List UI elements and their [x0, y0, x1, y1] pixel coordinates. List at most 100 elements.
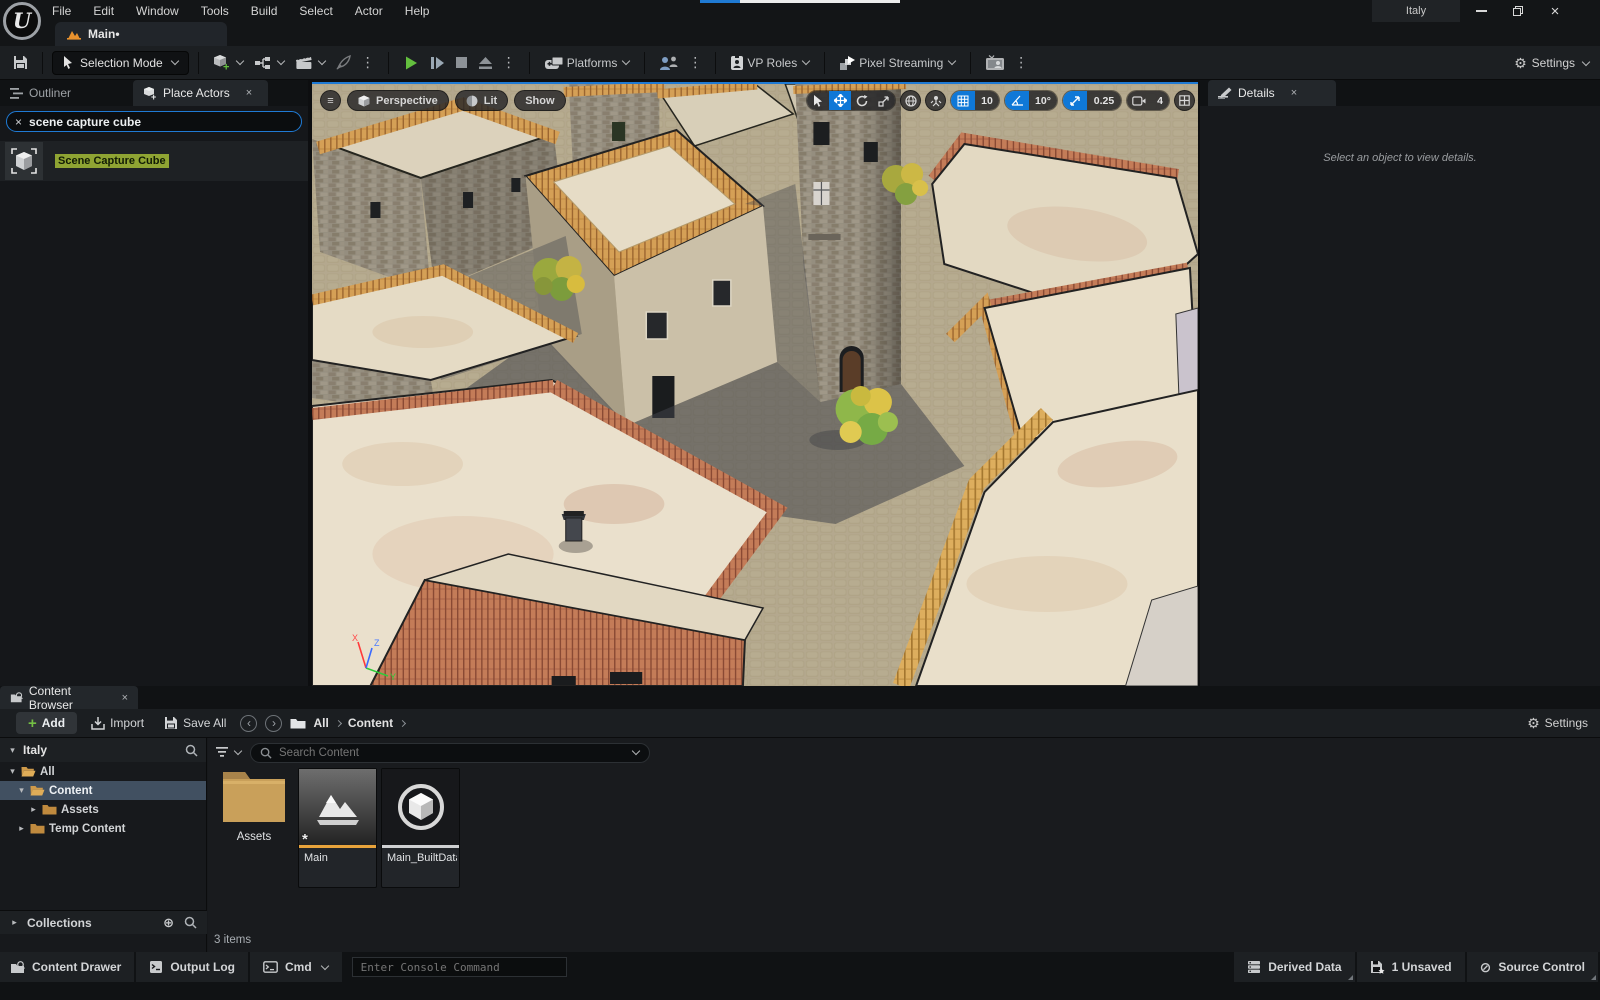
content-browser-settings[interactable]: ⚙ Settings — [1527, 715, 1588, 732]
vp-roles-dropdown[interactable]: VP Roles — [725, 50, 815, 76]
back-button[interactable]: ‹ — [240, 715, 257, 732]
scale-snap-value[interactable]: 0.25 — [1087, 91, 1121, 110]
filter-dropdown[interactable] — [216, 747, 242, 758]
derived-data-button[interactable]: Derived Data — [1234, 952, 1354, 982]
editor-settings-dropdown[interactable]: ⚙ Settings — [1514, 46, 1590, 80]
menu-edit[interactable]: Edit — [93, 4, 114, 18]
menu-help[interactable]: Help — [405, 4, 430, 18]
forward-button[interactable]: › — [265, 715, 282, 732]
world-local-toggle[interactable] — [900, 90, 921, 111]
content-search-input[interactable] — [279, 747, 626, 759]
asset-item-main[interactable]: * Main — [298, 768, 377, 888]
tree-item-all[interactable]: ▾ All — [0, 762, 206, 781]
level-icon — [67, 28, 81, 40]
play-options-menu[interactable]: ⋮ — [498, 54, 520, 71]
place-actors-search-input[interactable] — [29, 115, 293, 129]
menu-build[interactable]: Build — [251, 4, 278, 18]
content-search[interactable] — [250, 743, 650, 763]
menu-bar: File Edit Window Tools Build Select Acto… — [52, 0, 429, 22]
asset-item-assets-folder[interactable]: Assets — [214, 768, 294, 888]
place-actors-search[interactable]: × — [6, 111, 302, 132]
import-button[interactable]: Import — [85, 716, 150, 730]
scale-tool-button[interactable] — [873, 91, 895, 110]
grid-snap-toggle[interactable] — [951, 91, 975, 110]
close-place-actors-tab[interactable]: × — [246, 87, 252, 99]
content-drawer-button[interactable]: Content Drawer — [0, 952, 134, 982]
rotation-snap-toggle[interactable] — [1005, 91, 1029, 110]
close-content-browser-tab[interactable]: × — [122, 692, 128, 704]
add-button[interactable]: + Add — [16, 712, 77, 734]
close-button[interactable]: × — [1540, 0, 1570, 22]
sources-header[interactable]: ▾ Italy — [0, 738, 206, 762]
search-icon[interactable] — [184, 916, 197, 929]
eject-button[interactable] — [473, 50, 498, 76]
level-viewport[interactable]: ≡ Perspective Lit Show — [312, 82, 1198, 686]
viewport-lit-dropdown[interactable]: Lit — [455, 90, 508, 111]
close-details-tab[interactable]: × — [1291, 87, 1297, 99]
maximize-viewport-button[interactable] — [1174, 90, 1195, 111]
tab-content-browser[interactable]: Content Browser × — [0, 686, 138, 709]
source-control-button[interactable]: ⊘ Source Control — [1467, 952, 1598, 982]
tree-item-temp-content[interactable]: ▸ Temp Content — [0, 819, 206, 838]
blueprints-button[interactable] — [249, 50, 290, 76]
quick-add-actor-button[interactable]: + — [208, 50, 249, 76]
menu-select[interactable]: Select — [299, 4, 332, 18]
tree-item-content[interactable]: ▾ Content — [0, 781, 206, 800]
console-command-field[interactable] — [352, 957, 567, 977]
breadcrumb-all[interactable]: All — [313, 716, 328, 730]
output-log-button[interactable]: Output Log — [136, 952, 248, 982]
breadcrumb-content[interactable]: Content — [348, 716, 393, 730]
collections-section[interactable]: ▸ Collections ⊕ — [0, 910, 207, 934]
play-button[interactable] — [398, 50, 424, 76]
viewport-perspective-dropdown[interactable]: Perspective — [347, 90, 449, 111]
tab-main-level[interactable]: Main• — [55, 22, 227, 46]
grid-snap-value[interactable]: 10 — [975, 91, 999, 110]
surface-snapping-button[interactable] — [925, 90, 946, 111]
tab-details[interactable]: Details × — [1208, 80, 1336, 106]
multi-user-icon — [659, 55, 679, 71]
cmd-dropdown[interactable]: Cmd — [250, 952, 342, 982]
rotation-snap-value[interactable]: 10° — [1029, 91, 1057, 110]
tree-item-assets[interactable]: ▸ Assets — [0, 800, 206, 819]
skip-frame-button[interactable] — [424, 50, 450, 76]
menu-window[interactable]: Window — [136, 4, 179, 18]
media-options-menu[interactable]: ⋮ — [1010, 54, 1032, 71]
menu-tools[interactable]: Tools — [201, 4, 229, 18]
stop-button[interactable] — [450, 50, 473, 76]
viewport-show-dropdown[interactable]: Show — [514, 90, 565, 111]
asset-item-main-builtdata[interactable]: Main_BuiltData — [381, 768, 460, 888]
save-button[interactable] — [8, 50, 33, 76]
camera-speed-value[interactable]: 4 — [1151, 91, 1169, 110]
minimize-button[interactable] — [1466, 0, 1496, 22]
selection-mode-dropdown[interactable]: Selection Mode — [52, 51, 189, 75]
menu-actor[interactable]: Actor — [355, 4, 383, 18]
add-collection-icon[interactable]: ⊕ — [163, 915, 174, 931]
save-all-button[interactable]: Save All — [158, 716, 232, 730]
platforms-dropdown[interactable]: Platforms — [539, 50, 636, 76]
launch-button[interactable] — [331, 50, 357, 76]
clapperboard-icon — [295, 55, 313, 70]
scale-snap-toggle[interactable] — [1063, 91, 1087, 110]
main-area: Outliner + Place Actors × × Scene Captur… — [0, 80, 1600, 686]
unsaved-changes-button[interactable]: 1 Unsaved — [1357, 952, 1465, 982]
cinematics-button[interactable] — [290, 50, 331, 76]
console-command-input[interactable] — [361, 961, 558, 974]
search-result-scene-capture-cube[interactable]: Scene Capture Cube — [0, 141, 308, 181]
clear-search-icon[interactable]: × — [15, 115, 22, 129]
rotate-tool-button[interactable] — [851, 91, 873, 110]
tab-outliner[interactable]: Outliner — [0, 80, 133, 106]
tab-place-actors[interactable]: + Place Actors × — [133, 80, 268, 106]
pixel-streaming-dropdown[interactable]: Pixel Streaming — [834, 50, 961, 76]
toolbar-overflow-menu[interactable]: ⋮ — [357, 54, 379, 71]
camera-speed-button[interactable] — [1127, 91, 1151, 110]
viewport-scene[interactable] — [312, 84, 1198, 686]
restore-button[interactable] — [1503, 0, 1533, 22]
select-tool-button[interactable] — [807, 91, 829, 110]
multi-user-menu[interactable]: ⋮ — [684, 54, 706, 71]
multi-user-button[interactable] — [654, 50, 684, 76]
viewport-options-menu[interactable]: ≡ — [320, 90, 341, 111]
search-icon[interactable] — [185, 744, 198, 757]
menu-file[interactable]: File — [52, 4, 71, 18]
move-tool-button[interactable] — [829, 91, 851, 110]
media-capture-button[interactable] — [980, 50, 1010, 76]
